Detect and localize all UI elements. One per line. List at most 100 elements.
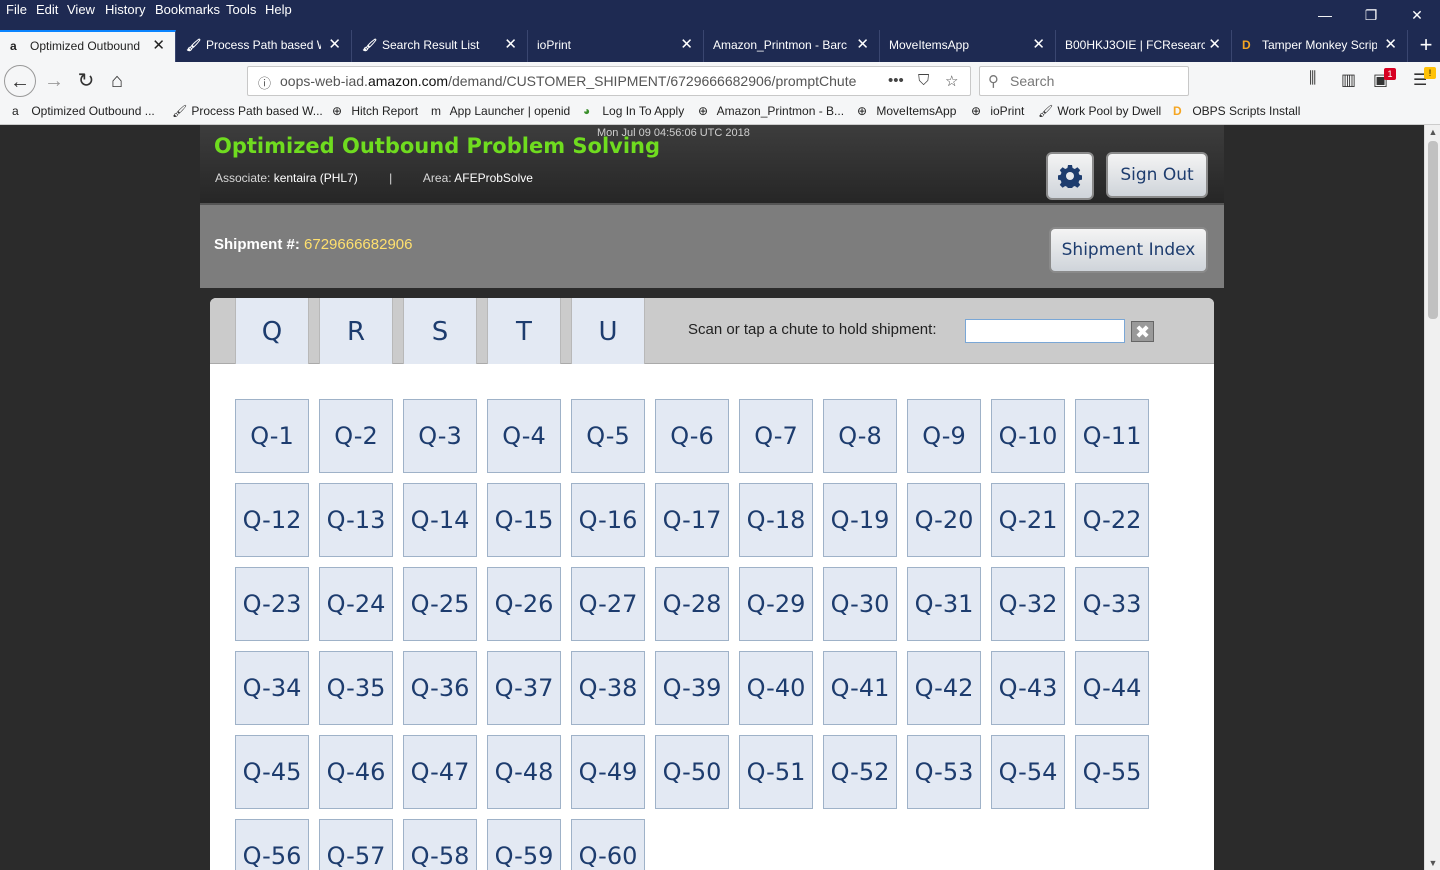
menu-edit[interactable]: Edit	[36, 2, 58, 17]
chute-button[interactable]: Q-4	[487, 399, 561, 473]
chute-button[interactable]: Q-21	[991, 483, 1065, 557]
back-arrow-icon[interactable]: ←	[4, 65, 36, 97]
chute-button[interactable]: Q-53	[907, 735, 981, 809]
bookmark-amazon-printmon[interactable]: ⊕ Amazon_Printmon - B...	[698, 104, 844, 118]
close-icon[interactable]: ✕	[1384, 30, 1397, 60]
clear-input-icon[interactable]: ✖	[1131, 321, 1154, 342]
tab-amazon-printmon[interactable]: Amazon_Printmon - Barc ✕	[704, 30, 880, 62]
chute-button[interactable]: Q-39	[655, 651, 729, 725]
scroll-down-icon[interactable]: ▼	[1425, 856, 1440, 870]
chute-button[interactable]: Q-33	[1075, 567, 1149, 641]
close-icon[interactable]: ✕	[152, 32, 165, 60]
tab-r[interactable]: R	[319, 298, 393, 364]
chute-button[interactable]: Q-58	[403, 819, 477, 870]
chute-button[interactable]: Q-48	[487, 735, 561, 809]
page-scrollbar[interactable]: ▲ ▼	[1424, 125, 1440, 870]
chute-button[interactable]: Q-49	[571, 735, 645, 809]
tab-t[interactable]: T	[487, 298, 561, 364]
library-icon[interactable]: ⫼	[1309, 70, 1316, 88]
chute-button[interactable]: Q-24	[319, 567, 393, 641]
menu-help[interactable]: Help	[265, 2, 292, 17]
chute-button[interactable]: Q-8	[823, 399, 897, 473]
reload-icon[interactable]: ↻	[70, 65, 102, 97]
chute-button[interactable]: Q-32	[991, 567, 1065, 641]
menu-history[interactable]: History	[105, 2, 145, 17]
chute-button[interactable]: Q-10	[991, 399, 1065, 473]
bookmark-log-in-to-apply[interactable]: ◕ Log In To Apply	[583, 104, 684, 118]
chute-button[interactable]: Q-9	[907, 399, 981, 473]
chute-button[interactable]: Q-6	[655, 399, 729, 473]
sign-out-button[interactable]: Sign Out	[1106, 152, 1208, 198]
chute-button[interactable]: Q-26	[487, 567, 561, 641]
chute-button[interactable]: Q-45	[235, 735, 309, 809]
chute-button[interactable]: Q-27	[571, 567, 645, 641]
chute-button[interactable]: Q-55	[1075, 735, 1149, 809]
chute-button[interactable]: Q-60	[571, 819, 645, 870]
close-icon[interactable]: ✕	[504, 30, 517, 60]
chute-button[interactable]: Q-5	[571, 399, 645, 473]
chute-button[interactable]: Q-56	[235, 819, 309, 870]
chute-button[interactable]: Q-1	[235, 399, 309, 473]
chute-button[interactable]: Q-25	[403, 567, 477, 641]
tab-moveitemsapp[interactable]: MoveItemsApp ✕	[880, 30, 1056, 62]
chute-button[interactable]: Q-38	[571, 651, 645, 725]
close-icon[interactable]: ✕	[1032, 30, 1045, 60]
chute-button[interactable]: Q-34	[235, 651, 309, 725]
chute-scan-input[interactable]	[965, 319, 1125, 343]
chute-button[interactable]: Q-28	[655, 567, 729, 641]
bookmark-moveitemsapp[interactable]: ⊕ MoveItemsApp	[857, 104, 956, 118]
chute-button[interactable]: Q-44	[1075, 651, 1149, 725]
tab-optimized-outbound[interactable]: a Optimized Outbound ✕	[0, 30, 176, 62]
chute-button[interactable]: Q-42	[907, 651, 981, 725]
tab-search-result-list[interactable]: 🖌 Search Result List ✕	[352, 30, 528, 62]
bookmark-hitch-report[interactable]: ⊕ Hitch Report	[332, 104, 418, 118]
chute-button[interactable]: Q-19	[823, 483, 897, 557]
chute-button[interactable]: Q-14	[403, 483, 477, 557]
chute-button[interactable]: Q-57	[319, 819, 393, 870]
chute-button[interactable]: Q-18	[739, 483, 813, 557]
tab-u[interactable]: U	[571, 298, 645, 364]
forward-arrow-icon[interactable]: →	[38, 65, 70, 97]
scroll-thumb[interactable]	[1428, 141, 1438, 319]
chute-button[interactable]: Q-7	[739, 399, 813, 473]
chute-button[interactable]: Q-47	[403, 735, 477, 809]
tab-tamper-monkey[interactable]: D Tamper Monkey Scrip ✕	[1232, 30, 1408, 62]
bookmark-process-path[interactable]: 🖌 Process Path based W...	[172, 104, 323, 118]
chute-button[interactable]: Q-40	[739, 651, 813, 725]
chute-button[interactable]: Q-41	[823, 651, 897, 725]
bookmark-obps-scripts[interactable]: D OBPS Scripts Install	[1173, 104, 1300, 118]
chute-button[interactable]: Q-43	[991, 651, 1065, 725]
bookmark-star-icon[interactable]: ☆	[945, 72, 958, 90]
search-input[interactable]: ⚲ Search	[979, 66, 1189, 96]
chute-button[interactable]: Q-11	[1075, 399, 1149, 473]
chute-button[interactable]: Q-37	[487, 651, 561, 725]
chute-button[interactable]: Q-2	[319, 399, 393, 473]
info-icon[interactable]: ⓘ	[258, 73, 271, 92]
chute-button[interactable]: Q-51	[739, 735, 813, 809]
settings-button[interactable]	[1046, 152, 1094, 200]
chute-button[interactable]: Q-12	[235, 483, 309, 557]
bookmark-app-launcher[interactable]: m App Launcher | openid	[431, 104, 570, 118]
tab-process-path[interactable]: 🖌 Process Path based W ✕	[176, 30, 352, 62]
chute-button[interactable]: Q-13	[319, 483, 393, 557]
minimize-icon[interactable]: —	[1310, 4, 1340, 26]
menu-file[interactable]: File	[6, 2, 27, 17]
close-icon[interactable]: ✕	[1208, 30, 1221, 60]
close-icon[interactable]: ✕	[328, 30, 341, 60]
chute-button[interactable]: Q-59	[487, 819, 561, 870]
home-icon[interactable]: ⌂	[101, 65, 133, 97]
chute-button[interactable]: Q-17	[655, 483, 729, 557]
menu-tools[interactable]: Tools	[226, 2, 256, 17]
tab-q[interactable]: Q	[235, 298, 309, 364]
bookmark-ioprint[interactable]: ⊕ ioPrint	[971, 104, 1024, 118]
pocket-icon[interactable]: ⛉	[918, 72, 929, 89]
tab-fcresearch[interactable]: B00HKJ3OIE | FCResearch ✕	[1056, 30, 1232, 62]
chute-button[interactable]: Q-20	[907, 483, 981, 557]
chute-button[interactable]: Q-29	[739, 567, 813, 641]
chute-button[interactable]: Q-54	[991, 735, 1065, 809]
page-actions-icon[interactable]: •••	[888, 72, 904, 89]
restore-icon[interactable]: ❐	[1356, 4, 1386, 26]
url-bar[interactable]: ⓘ oops-web-iad.amazon.com/demand/CUSTOME…	[247, 66, 971, 96]
chute-button[interactable]: Q-31	[907, 567, 981, 641]
bookmark-optimized-outbound[interactable]: a Optimized Outbound ...	[12, 104, 155, 118]
